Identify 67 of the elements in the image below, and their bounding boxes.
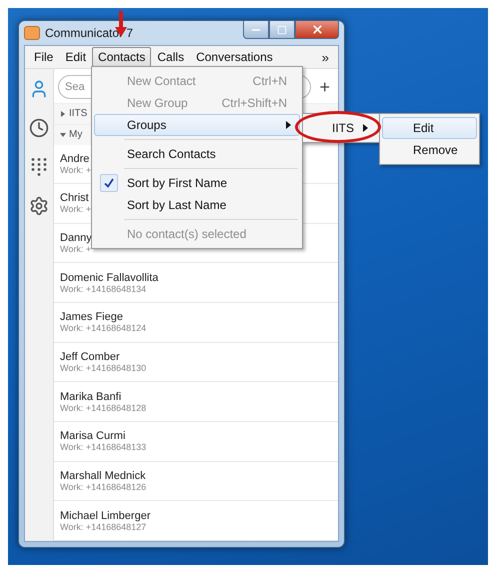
menu-entry-label: Sort by Last Name bbox=[126, 198, 228, 212]
menu-entry[interactable]: Sort by First Name bbox=[94, 172, 300, 194]
contact-row[interactable]: Domenic Fallavollita Work: +14168648134 bbox=[54, 263, 338, 304]
menu-item[interactable]: File bbox=[28, 47, 60, 67]
menu-entry[interactable]: IITS bbox=[305, 117, 377, 139]
contact-name: Marshall Mednick bbox=[60, 470, 146, 482]
contact-phone: Work: + bbox=[60, 244, 92, 254]
menu-entry[interactable]: Search Contacts bbox=[94, 143, 300, 165]
shortcut-label: Ctrl+Shift+N bbox=[222, 96, 288, 110]
menu-item[interactable]: Conversations bbox=[190, 47, 279, 67]
contact-name: Andre bbox=[60, 152, 90, 165]
contact-phone: Work: +14168648133 bbox=[60, 442, 146, 452]
contact-phone: Work: + bbox=[60, 164, 92, 175]
group-label: IITS bbox=[69, 108, 88, 120]
contact-phone: Work: +14168648127 bbox=[60, 522, 146, 532]
menu-entry[interactable]: Remove bbox=[382, 139, 477, 161]
contact-row[interactable]: Michael Limberger Work: +14168648127 bbox=[54, 501, 338, 542]
checkmark-icon bbox=[100, 174, 118, 192]
contact-phone: Work: +14168648124 bbox=[60, 323, 146, 334]
contact-row[interactable]: Marshall Mednick Work: +14168648126 bbox=[54, 462, 338, 502]
contact-name: Jeff Comber bbox=[60, 351, 120, 364]
menu-item[interactable]: Contacts bbox=[92, 47, 152, 67]
shortcut-label: Ctrl+N bbox=[252, 74, 288, 88]
contact-row[interactable]: James Fiege Work: +14168648124 bbox=[54, 303, 338, 343]
menu-entry-label: Groups bbox=[126, 118, 168, 132]
menu-entry[interactable]: Edit bbox=[382, 117, 477, 139]
menu-entry-label: New Group bbox=[126, 96, 189, 110]
submenu-arrow-icon bbox=[363, 124, 368, 132]
menu-entry-label: IITS bbox=[331, 121, 356, 135]
menu-entry-label: Remove bbox=[412, 143, 459, 157]
menu-entry[interactable]: Groups bbox=[94, 114, 300, 136]
menu-entry[interactable]: Sort by Last Name bbox=[94, 194, 300, 216]
minimize-button[interactable] bbox=[243, 21, 269, 39]
menu-entry-label: Sort by First Name bbox=[126, 176, 228, 190]
contact-name: Michael Limberger bbox=[60, 510, 150, 522]
close-button[interactable] bbox=[295, 21, 339, 39]
contact-phone: Work: +14168648134 bbox=[60, 284, 146, 294]
maximize-icon bbox=[277, 24, 287, 34]
contact-name: Danny bbox=[60, 232, 92, 244]
close-icon bbox=[310, 23, 324, 36]
maximize-button[interactable] bbox=[269, 21, 295, 39]
menu-entry-label: Edit bbox=[412, 121, 435, 135]
app-icon bbox=[24, 26, 40, 40]
contact-phone: Work: +14168648128 bbox=[60, 402, 146, 413]
contact-row[interactable]: Marika Banfi Work: +14168648128 bbox=[54, 382, 338, 422]
add-button[interactable]: + bbox=[317, 76, 332, 98]
clock-icon[interactable] bbox=[29, 118, 49, 138]
menu-entry-label: New Contact bbox=[126, 74, 197, 88]
contact-phone: Work: + bbox=[60, 204, 92, 214]
contact-row[interactable]: Jeff Comber Work: +14168648130 bbox=[54, 342, 338, 382]
menu-entry-label: No contact(s) selected bbox=[126, 227, 248, 241]
group-label: My bbox=[69, 129, 82, 140]
contact-name: Marisa Curmi bbox=[60, 430, 126, 442]
contact-name: Marika Banfi bbox=[60, 390, 122, 403]
overflow-menu[interactable]: » bbox=[322, 50, 335, 64]
contact-row[interactable]: Marisa Curmi Work: +14168648133 bbox=[54, 422, 338, 462]
contact-name: Christ bbox=[60, 192, 89, 204]
contact-phone: Work: +14168648130 bbox=[60, 363, 146, 374]
contact-phone: Work: +14168648126 bbox=[60, 482, 146, 492]
dialpad-icon[interactable] bbox=[30, 157, 48, 177]
submenu-arrow-icon bbox=[286, 121, 291, 129]
menu-item[interactable]: Edit bbox=[59, 47, 92, 67]
contact-name: Domenic Fallavollita bbox=[60, 272, 158, 284]
settings-icon[interactable] bbox=[29, 196, 49, 216]
menu-item[interactable]: Calls bbox=[151, 47, 190, 67]
menu-entry-label: Search Contacts bbox=[126, 147, 217, 161]
contact-name: James Fiege bbox=[60, 311, 123, 324]
